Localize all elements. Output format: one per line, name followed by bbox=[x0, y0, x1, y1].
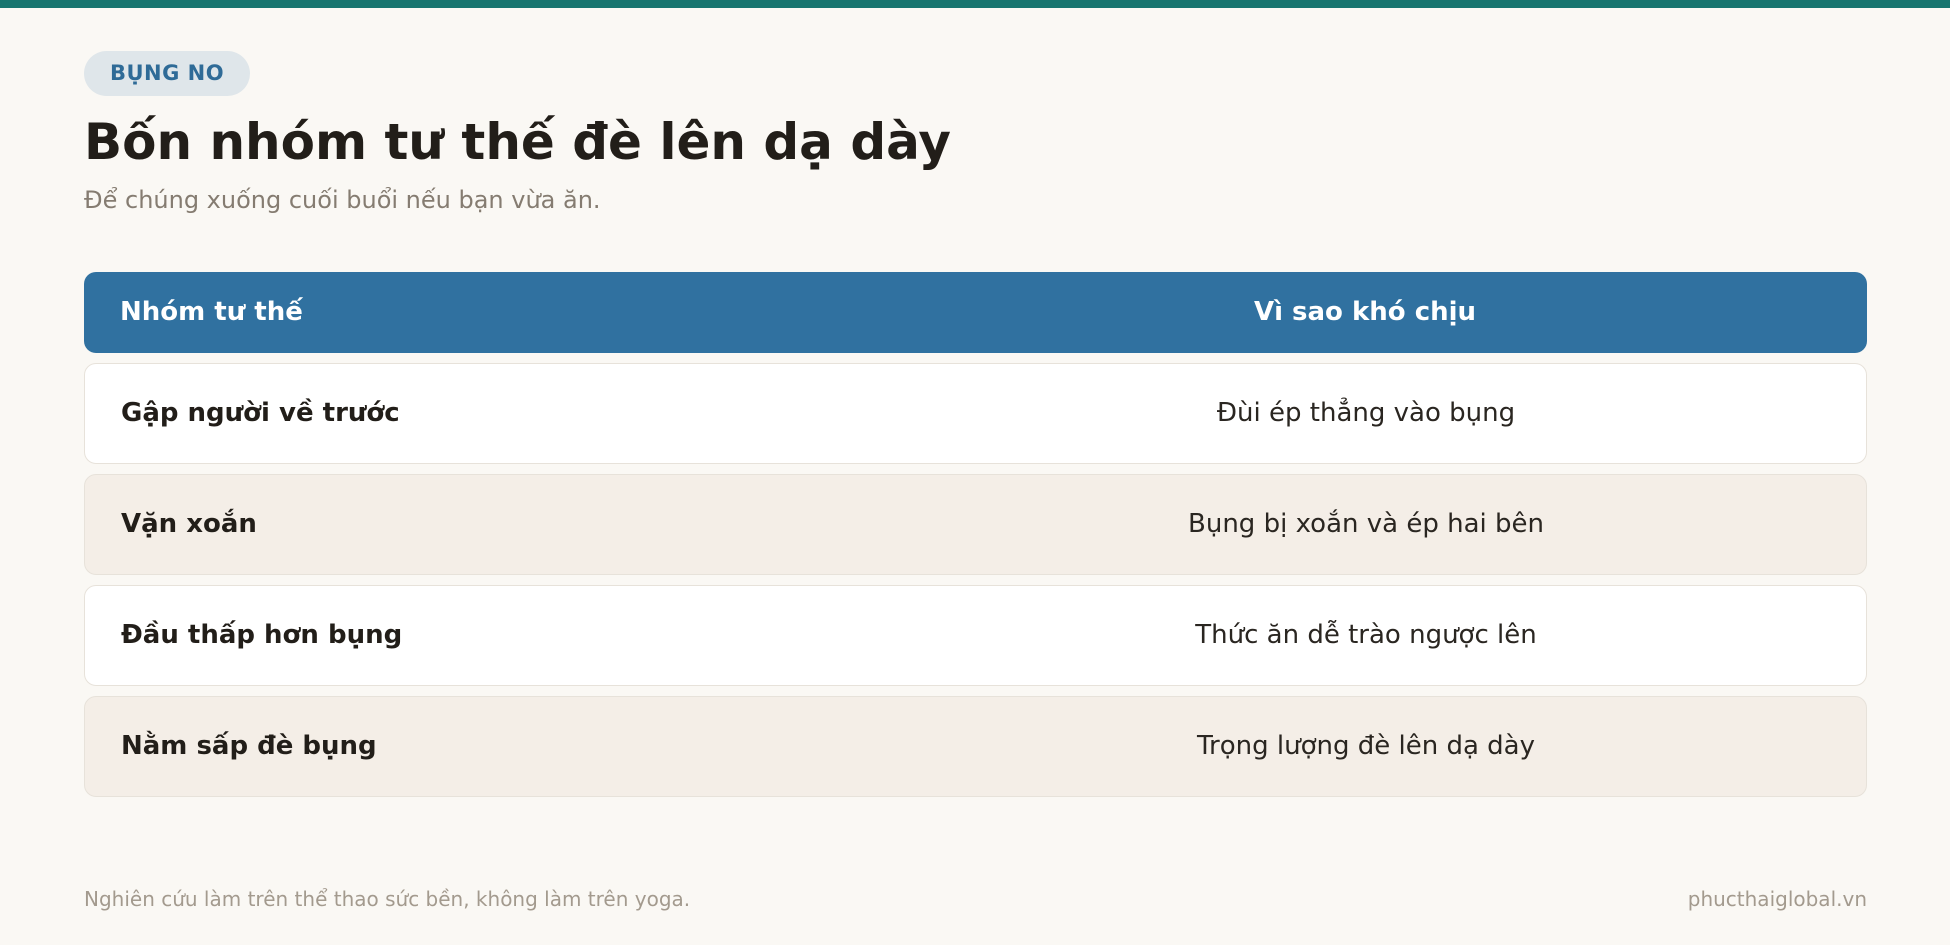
footer-site-link[interactable]: phucthaiglobal.vn bbox=[1688, 887, 1867, 911]
reason-cell: Thức ăn dễ trào ngược lên bbox=[1195, 620, 1537, 650]
reason-cell: Trọng lượng đè lên dạ dày bbox=[1196, 731, 1535, 761]
posture-group-cell: Vặn xoắn bbox=[121, 509, 257, 539]
posture-group-cell: Nằm sấp đè bụng bbox=[121, 731, 377, 761]
reason-cell: Đùi ép thẳng vào bụng bbox=[1216, 398, 1516, 428]
posture-table: Nhóm tư thế Vì sao khó chịu Gập người về… bbox=[84, 271, 1867, 797]
reason-cell: Bụng bị xoắn và ép hai bên bbox=[1188, 509, 1544, 539]
column-header-group: Nhóm tư thế bbox=[120, 297, 303, 327]
main-content: BỤNG NO Bốn nhóm tư thế đè lên dạ dày Để… bbox=[84, 51, 1867, 797]
table-row: Gập người về trước Đùi ép thẳng vào bụng bbox=[84, 362, 1867, 464]
topic-badge: BỤNG NO bbox=[84, 51, 251, 96]
footer-note: Nghiên cứu làm trên thể thao sức bền, kh… bbox=[84, 887, 691, 911]
page-subtitle: Để chúng xuống cuối buổi nếu bạn vừa ăn. bbox=[84, 185, 601, 214]
posture-group-cell: Gập người về trước bbox=[121, 398, 400, 428]
posture-group-cell: Đầu thấp hơn bụng bbox=[121, 620, 403, 650]
column-header-reason: Vì sao khó chịu bbox=[1253, 297, 1477, 327]
table-row: Vặn xoắn Bụng bị xoắn và ép hai bên bbox=[84, 473, 1867, 575]
table-row: Đầu thấp hơn bụng Thức ăn dễ trào ngược … bbox=[84, 584, 1867, 686]
top-accent-bar bbox=[0, 0, 1950, 8]
table-header-row: Nhóm tư thế Vì sao khó chịu bbox=[84, 271, 1867, 353]
page-title: Bốn nhóm tư thế đè lên dạ dày bbox=[84, 113, 951, 171]
table-row: Nằm sấp đè bụng Trọng lượng đè lên dạ dà… bbox=[84, 695, 1867, 797]
